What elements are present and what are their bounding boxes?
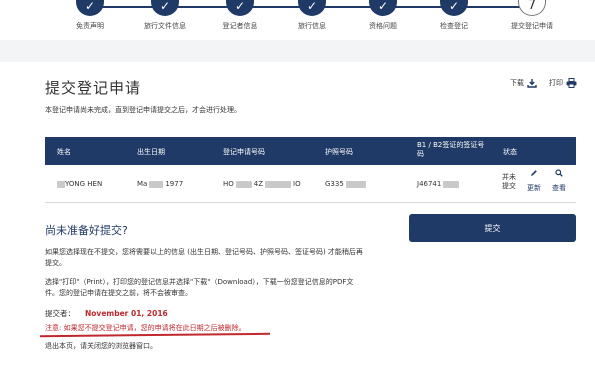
cell-name: YONG HEN (57, 180, 102, 188)
redaction (235, 180, 252, 188)
step-eligibility: ✓ 资格问题 (348, 0, 418, 31)
red-underline-annotation (39, 332, 271, 338)
check-icon: ✓ (76, 0, 104, 16)
progress-stepper: ✓ 免责声明 ✓ 旅行文件信息 ✓ 登记者信息 ✓ 旅行信息 ✓ 资格问题 ✓ … (0, 0, 595, 34)
download-icon (527, 79, 537, 88)
col-application-number: 登记申请号码 (223, 148, 265, 156)
step-number: 7 (518, 0, 546, 16)
step-review: ✓ 检查登记 (419, 0, 489, 31)
redaction (345, 180, 366, 188)
col-visa-line1: B1 / B2签证的签证号 (417, 141, 485, 149)
cell-status: 并未提交 (502, 173, 516, 190)
step-label: 登记者信息 (222, 22, 258, 30)
cell-application-number: HO 4Z IO (223, 180, 301, 188)
step-label: 检查登记 (440, 22, 468, 30)
col-visa-number: B1 / B2签证的签证号 码 (417, 141, 484, 159)
redaction (265, 180, 292, 188)
view-button[interactable]: 查看 (552, 169, 566, 192)
step-registrant-info: ✓ 登记者信息 (205, 0, 275, 31)
submitter-label: 提交者： (45, 309, 75, 318)
section-divider (0, 40, 595, 62)
deletion-warning: 注意: 如果您不提交登记申请，您的申请将在此日期之后被删除。 (45, 324, 246, 332)
check-icon: ✓ (151, 0, 179, 16)
edit-button[interactable]: 更新 (527, 169, 541, 192)
download-button[interactable]: 下载 (510, 78, 537, 88)
step-label: 旅行文件信息 (144, 22, 186, 30)
cell-visa-number: J46741 (417, 180, 460, 188)
view-label: 查看 (552, 184, 566, 192)
exit-instructions: 退出本页，请关闭您的浏览器窗口。 (45, 342, 157, 350)
col-visa-line2: 码 (417, 150, 424, 158)
not-ready-heading: 尚未准备好提交? (45, 224, 128, 237)
download-label: 下载 (510, 79, 524, 87)
col-passport: 护照号码 (325, 148, 353, 156)
table-row: YONG HEN Ma 1977 HO 4Z IO G335 J46741 并未提交 … (45, 165, 576, 203)
step-label: 旅行信息 (298, 22, 326, 30)
step-label: 提交登记申请 (511, 22, 553, 30)
check-icon: ✓ (440, 0, 468, 16)
step-label: 资格问题 (369, 22, 397, 30)
step-travel-info: ✓ 旅行信息 (277, 0, 347, 31)
cell-dob: Ma 1977 (137, 180, 184, 188)
print-download-instructions: 选择"打印"（Print），打印您的登记信息并选择"下载"（Download），… (45, 278, 354, 297)
redaction (443, 180, 460, 188)
incomplete-notice: 本登记申请尚未完成，直到登记申请提交之后，才会进行处理。 (45, 106, 241, 114)
not-ready-instructions: 如果您选择现在不提交，您将需要以上的信息 (出生日期、登记号码、护照号码、签证号… (45, 248, 363, 267)
redaction (149, 180, 164, 188)
check-icon: ✓ (369, 0, 397, 16)
step-travel-documents: ✓ 旅行文件信息 (130, 0, 200, 31)
submitter-line: 提交者： November 01, 2016 (45, 308, 168, 319)
edit-label: 更新 (527, 184, 541, 192)
step-disclaimer: ✓ 免责声明 (55, 0, 125, 31)
table-header: 姓名 出生日期 登记申请号码 护照号码 B1 / B2签证的签证号 码 状态 (45, 137, 576, 165)
page-title: 提交登记申请 (45, 79, 142, 97)
deadline-date: November 01, 2016 (85, 309, 168, 318)
col-name: 姓名 (57, 148, 71, 156)
pencil-icon (531, 170, 537, 176)
col-dob: 出生日期 (137, 148, 165, 156)
print-button[interactable]: 打印 (549, 78, 577, 88)
redaction (57, 180, 65, 188)
cell-passport: G335 (325, 180, 366, 188)
print-label: 打印 (549, 79, 563, 87)
search-icon (555, 169, 563, 177)
printer-icon (566, 78, 577, 88)
submit-button[interactable]: 提交 (409, 214, 576, 242)
check-icon: ✓ (226, 0, 254, 16)
step-label: 免责声明 (76, 22, 104, 30)
page-actions: 下载 打印 (498, 78, 577, 88)
col-status: 状态 (503, 148, 517, 156)
check-icon: ✓ (298, 0, 326, 16)
step-submit: 7 提交登记申请 (497, 0, 567, 31)
